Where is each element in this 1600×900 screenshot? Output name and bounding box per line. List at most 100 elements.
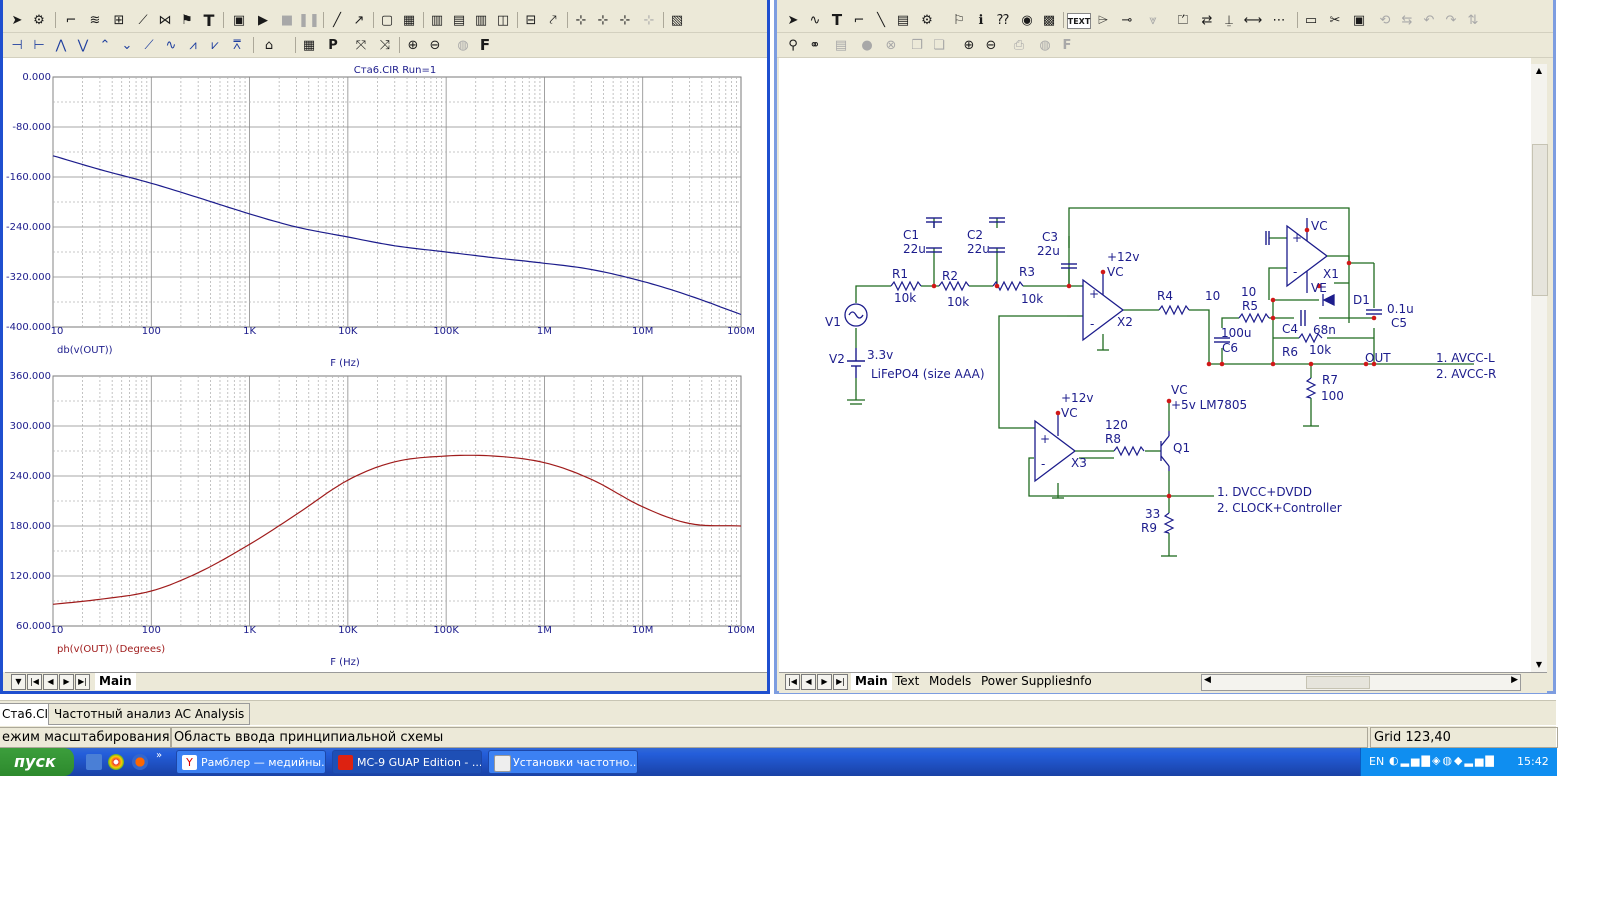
palette-icon[interactable]: ◍ (453, 36, 473, 54)
cursor-right-icon[interactable]: ⊢ (29, 36, 49, 54)
filter-icon[interactable]: ⩔ (1143, 11, 1163, 29)
cursor-1-icon[interactable]: ⊹ (571, 11, 591, 29)
tab-info[interactable]: Info (1065, 673, 1096, 690)
schematic-drawing[interactable]: C1 22u C2 22u C3 22u R1 10k R2 10k R3 10… (779, 58, 1531, 672)
marker-icon[interactable]: ⍊ (1219, 11, 1239, 29)
paste-icon[interactable]: ❏ (929, 36, 949, 54)
top-icon[interactable]: ⩞ (227, 36, 247, 54)
first-page-icon[interactable]: |◀ (27, 674, 42, 690)
node-icon[interactable]: ⊸ (1117, 11, 1137, 29)
line-icon[interactable]: ╲ (871, 11, 891, 29)
scroll-up-icon[interactable]: ▲ (1533, 66, 1545, 76)
pause-icon[interactable]: ❚❚ (298, 11, 320, 29)
print-icon[interactable]: ⎙ (1009, 36, 1029, 54)
zoom-out-icon[interactable]: ⊖ (425, 36, 445, 54)
plot-area[interactable]: Ста6.CIR Run=1 10 100 1K 10K 100K 1M 10M 100M 0.… (3, 58, 767, 672)
properties-icon[interactable]: ▣ (229, 11, 249, 29)
scroll-down-icon[interactable]: ▼ (1533, 660, 1545, 670)
tag-icon[interactable]: ⌂ (259, 36, 279, 54)
scale-x-icon[interactable]: ⤧ (351, 36, 371, 54)
grid-dots-icon[interactable]: ⋯ (1269, 11, 1289, 29)
layout-4-icon[interactable]: ◫ (493, 11, 513, 29)
font-button[interactable]: F (475, 36, 495, 54)
chevron-icon[interactable]: » (156, 750, 162, 761)
text-tool-icon[interactable]: T (827, 11, 847, 29)
hscroll-thumb[interactable] (1306, 676, 1370, 689)
note-icon[interactable]: ▤ (893, 11, 913, 29)
trace-icon[interactable]: ⤤ (543, 11, 563, 29)
zoom-out-icon[interactable]: ⊖ (981, 36, 1001, 54)
doc-icon[interactable]: ▤ (831, 36, 851, 54)
find-icon[interactable]: ⚭ (805, 36, 825, 54)
taskbar-button-microcap[interactable]: MC-9 GUAP Edition - ... (332, 750, 482, 774)
cursor-4-icon[interactable]: ⊹ (639, 11, 659, 29)
palette-icon[interactable]: ◍ (1035, 36, 1055, 54)
binoculars-icon[interactable]: ⚲ (783, 36, 803, 54)
schematic-vertical-scrollbar[interactable]: ▲ ▼ (1531, 64, 1548, 672)
zoom-in-icon[interactable]: ⊕ (959, 36, 979, 54)
first-tab-icon[interactable]: ▼ (11, 674, 26, 690)
swap-icon[interactable]: ⇄ (1197, 11, 1217, 29)
schematic-canvas[interactable]: C1 22u C2 22u C3 22u R1 10k R2 10k R3 10… (779, 58, 1531, 672)
probe-icon[interactable]: ◉ (1017, 11, 1037, 29)
cut-icon[interactable]: ✂ (1325, 11, 1345, 29)
zoom-in-icon[interactable]: ⊕ (403, 36, 423, 54)
window-icon[interactable]: ▭ (1301, 11, 1321, 29)
chart-settings-icon[interactable]: ▧ (667, 11, 687, 29)
taskbar-button-settings[interactable]: Установки частотно... (488, 750, 638, 774)
firefox-icon[interactable] (132, 754, 148, 770)
info-icon[interactable]: ℹ (971, 11, 991, 29)
display-icon[interactable]: ⏍ (1173, 11, 1193, 29)
pin-icon[interactable]: ⌲ (1093, 11, 1113, 29)
component-icon[interactable]: ⚙ (29, 11, 49, 29)
redo-icon[interactable]: ↷ (1441, 11, 1461, 29)
analysis-plots[interactable]: Ста6.CIR Run=1 10 100 1K 10K 100K 1M 10M 100M 0.… (3, 58, 767, 672)
scroll-thumb[interactable] (1532, 144, 1548, 296)
cursor-3-icon[interactable]: ⊹ (615, 11, 635, 29)
component-icon[interactable]: ⚙ (917, 11, 937, 29)
next-page-icon[interactable]: ▶ (817, 674, 832, 690)
run-icon[interactable]: ▶ (253, 11, 273, 29)
slope-icon[interactable]: ⟋ (139, 36, 159, 54)
close-circle-icon[interactable]: ⊗ (881, 36, 901, 54)
global-high-icon[interactable]: ⩘ (183, 36, 203, 54)
table-icon[interactable]: ▦ (299, 36, 319, 54)
wire-icon[interactable]: ⌐ (61, 11, 81, 29)
stop-circle-icon[interactable]: ● (857, 36, 877, 54)
last-page-icon[interactable]: ▶| (75, 674, 90, 690)
hline-icon[interactable]: ⟷ (1243, 11, 1263, 29)
language-indicator[interactable]: EN (1369, 755, 1384, 768)
tab-main[interactable]: Main (851, 673, 892, 690)
low-icon[interactable]: ⌄ (117, 36, 137, 54)
next-page-icon[interactable]: ▶ (59, 674, 74, 690)
copy-icon[interactable]: ❐ (907, 36, 927, 54)
rotate-icon[interactable]: ⟲ (1375, 11, 1395, 29)
layout-3-icon[interactable]: ▥ (471, 11, 491, 29)
tab-power-supplies[interactable]: Power Supplies (977, 673, 1076, 690)
flip-icon[interactable]: ⇅ (1463, 11, 1483, 29)
tab-text[interactable]: Text (891, 673, 923, 690)
layout-2-icon[interactable]: ▤ (449, 11, 469, 29)
start-button[interactable]: пуск (0, 748, 74, 776)
cursor-left-icon[interactable]: ⊣ (7, 36, 27, 54)
peak-icon[interactable]: ⋀ (51, 36, 71, 54)
line-tool-icon[interactable]: ╱ (327, 11, 347, 29)
p-button[interactable]: P (323, 36, 343, 54)
scale-y-icon[interactable]: ⤨ (375, 36, 395, 54)
doc-tab-ac-analysis[interactable]: Частотный анализ AC Analysis (48, 703, 251, 725)
tab-models[interactable]: Models (925, 673, 975, 690)
help-icon[interactable]: ⁇ (993, 11, 1013, 29)
select-arrow-icon[interactable]: ➤ (7, 11, 27, 29)
horizontal-scrollbar[interactable]: ◀ ▶ (1201, 674, 1521, 691)
scroll-left-icon[interactable]: ◀ (1204, 675, 1211, 685)
mirror-h-icon[interactable]: ⇆ (1397, 11, 1417, 29)
split-icon[interactable]: ⊟ (521, 11, 541, 29)
arrow-line-icon[interactable]: ↗ (349, 11, 369, 29)
text-tool-icon[interactable]: T (199, 11, 219, 30)
chrome-icon[interactable] (108, 754, 124, 770)
first-page-icon[interactable]: |◀ (785, 674, 800, 690)
tray-icons[interactable]: ◐▂▅▇◈◍◆▂▅▇ (1389, 754, 1496, 767)
layout-1-icon[interactable]: ▥ (427, 11, 447, 29)
text-button[interactable]: TEXT (1067, 13, 1091, 29)
scroll-right-icon[interactable]: ▶ (1511, 675, 1518, 685)
